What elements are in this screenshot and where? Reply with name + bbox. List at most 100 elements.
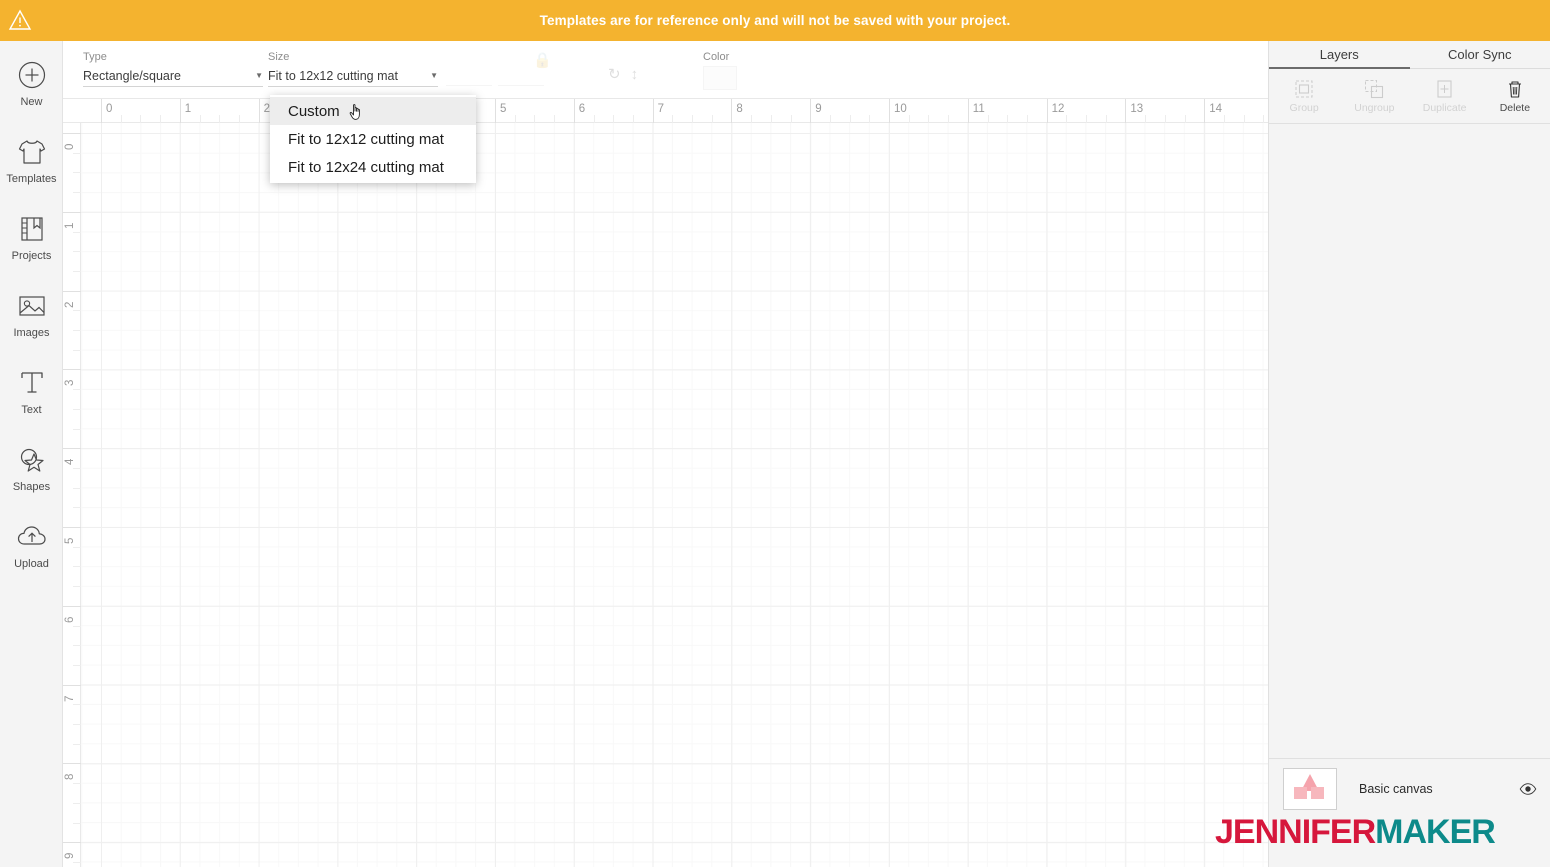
dropdown-option-custom[interactable]: Custom	[270, 97, 476, 125]
sidebar-item-projects[interactable]: Projects	[0, 209, 63, 286]
sidebar-label-new: New	[20, 96, 43, 108]
ruler-tick-v: 8	[63, 763, 81, 780]
sidebar-label-text: Text	[21, 404, 42, 416]
lock-icon[interactable]: 🔒	[533, 51, 552, 69]
sidebar-item-templates[interactable]: Templates	[0, 132, 63, 209]
ruler-tick-label: 14	[1209, 103, 1222, 115]
shapes-star-circle-icon	[17, 440, 47, 480]
ruler-minor-tick-v	[73, 349, 81, 351]
ruler-minor-tick-v	[73, 408, 81, 410]
ruler-tick-label: 5	[64, 537, 76, 544]
ruler-minor-tick-h	[829, 115, 831, 123]
jennifermaker-watermark: JENNIFERMAKER	[1215, 813, 1496, 852]
tab-color-sync[interactable]: Color Sync	[1409, 41, 1550, 69]
size-dropdown-menu[interactable]: Custom Fit to 12x12 cutting mat Fit to 1…	[270, 95, 476, 183]
layer-item-basic-canvas[interactable]: Basic canvas	[1269, 758, 1550, 818]
dropdown-option-label: Fit to 12x24 cutting mat	[288, 158, 444, 176]
ruler-minor-tick-v	[73, 330, 81, 331]
sidebar-label-shapes: Shapes	[12, 481, 51, 493]
shapes-thumbnail	[1283, 767, 1337, 810]
ruler-tick-label: 1	[64, 222, 76, 229]
ruler-tick-label: 1	[184, 103, 192, 115]
dropdown-option-fit-12x12[interactable]: Fit to 12x12 cutting mat	[270, 125, 476, 153]
dropdown-option-label: Fit to 12x12 cutting mat	[288, 130, 444, 148]
ungroup-button[interactable]: Ungroup	[1339, 69, 1409, 123]
ruler-tick-h: 6	[573, 99, 585, 123]
ruler-tick-h: 1	[179, 99, 191, 123]
delete-button[interactable]: Delete	[1480, 69, 1550, 123]
ruler-minor-tick-v	[73, 546, 81, 548]
ruler-tick-label: 8	[64, 773, 76, 781]
ruler-minor-tick-h	[672, 115, 674, 123]
layer-name: Basic canvas	[1359, 781, 1433, 796]
ruler-minor-tick-h	[120, 115, 122, 123]
sidebar-label-templates: Templates	[6, 173, 57, 185]
ruler-tick-label: 7	[64, 695, 76, 702]
ruler-minor-tick-v	[73, 487, 81, 489]
ruler-tick-v: 2	[63, 290, 81, 308]
ruler-minor-tick-h	[711, 115, 713, 123]
ruler-minor-tick-h	[238, 115, 240, 123]
ruler-minor-tick-h	[1164, 115, 1166, 123]
ruler-tick-v: 7	[63, 684, 81, 702]
color-swatch[interactable]	[703, 66, 737, 90]
group-button[interactable]: Group	[1269, 69, 1339, 123]
ruler-minor-tick-h	[770, 115, 772, 123]
ruler-minor-tick-h	[692, 115, 693, 123]
ruler-minor-tick-v	[73, 172, 81, 174]
ruler-tick-label: 0	[106, 103, 113, 115]
tab-layers[interactable]: Layers	[1269, 41, 1410, 69]
size-label: Size	[268, 51, 290, 63]
sidebar-item-text[interactable]: Text	[0, 363, 63, 440]
width-input[interactable]	[446, 65, 492, 86]
ruler-minor-tick-h	[554, 115, 556, 123]
ruler-tick-label: 10	[894, 103, 907, 115]
ruler-tick-h: 0	[101, 99, 112, 123]
ruler-minor-tick-h	[1243, 115, 1245, 123]
ruler-minor-tick-h	[199, 115, 201, 123]
rotate-icon[interactable]: ↻	[608, 65, 621, 83]
ruler-minor-tick-v	[73, 743, 81, 745]
chevron-down-icon: ▼	[430, 71, 438, 80]
ruler-minor-tick-v	[73, 704, 81, 706]
text-t-icon	[18, 363, 46, 403]
banner-message: Templates are for reference only and wil…	[539, 13, 1011, 28]
ruler-minor-tick-v	[73, 428, 81, 430]
book-bookmark-icon	[18, 209, 46, 249]
ruler-tick-label: 4	[64, 458, 76, 466]
sidebar-item-upload[interactable]: Upload	[0, 517, 63, 594]
ruler-minor-tick-h	[1086, 115, 1087, 123]
flip-icon[interactable]: ↕	[631, 66, 639, 83]
ruler-tick-v: 0	[63, 133, 81, 150]
rotate-flip-controls: ↻ ↕	[608, 65, 638, 83]
ruler-minor-tick-v	[73, 310, 81, 312]
ruler-minor-tick-h	[928, 115, 930, 123]
ruler-tick-v: 4	[63, 448, 81, 465]
ruler-minor-tick-h	[140, 115, 142, 123]
sidebar-label-upload: Upload	[14, 558, 49, 570]
ruler-minor-tick-h	[987, 115, 989, 123]
size-select[interactable]: Fit to 12x12 cutting mat ▼	[268, 65, 438, 87]
layer-operations-bar: Group Ungroup Duplicate Delete	[1269, 69, 1550, 124]
ruler-tick-label: 5	[500, 103, 507, 115]
warning-triangle-icon	[8, 9, 32, 30]
eye-icon[interactable]	[1519, 780, 1537, 798]
ruler-minor-tick-v	[73, 507, 81, 509]
ruler-tick-label: 13	[1130, 103, 1144, 115]
sidebar-item-shapes[interactable]: Shapes	[0, 440, 63, 517]
layers-list	[1269, 124, 1550, 805]
ruler-minor-tick-h	[593, 115, 595, 123]
sidebar-item-new[interactable]: New	[0, 55, 63, 132]
ruler-minor-tick-h	[534, 115, 536, 123]
dropdown-option-fit-12x24[interactable]: Fit to 12x24 cutting mat	[270, 153, 476, 181]
ruler-tick-v: 9	[63, 842, 81, 859]
type-select[interactable]: Rectangle/square ▼	[83, 65, 263, 87]
sidebar-item-images[interactable]: Images	[0, 286, 63, 363]
template-warning-banner: Templates are for reference only and wil…	[0, 0, 1550, 41]
duplicate-button[interactable]: Duplicate	[1410, 69, 1480, 123]
design-canvas[interactable]: 01234567891011121314 0123456789 − 100% +	[63, 99, 1268, 867]
dropdown-option-label: Custom	[288, 102, 340, 120]
ruler-tick-h: 10	[889, 99, 907, 123]
sidebar-label-projects: Projects	[11, 250, 52, 262]
canvas-grid	[81, 123, 1268, 867]
